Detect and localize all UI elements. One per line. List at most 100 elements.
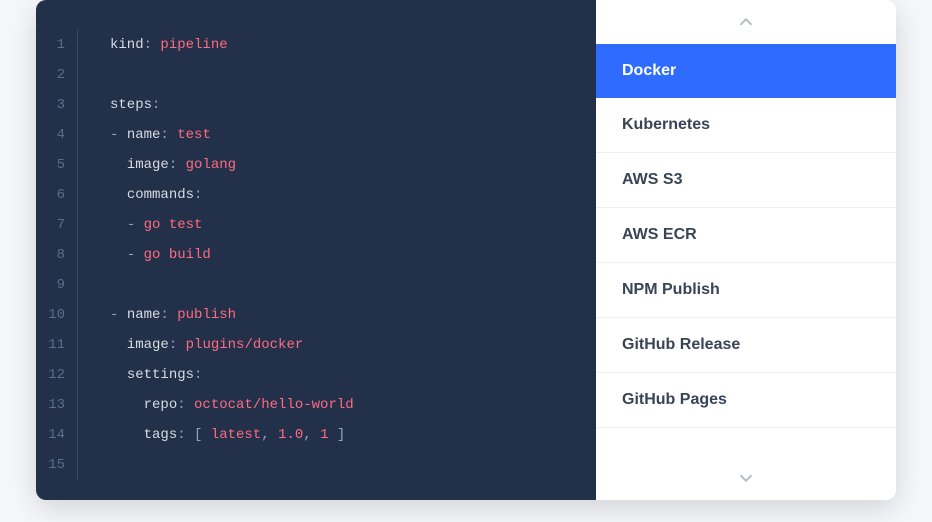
code-token-key: tags [144,427,178,443]
code-line: image: golang [110,150,354,180]
line-number: 10 [36,300,65,330]
code-body: kind: pipeline steps:- name: test image:… [78,30,354,480]
code-token-key: name [127,127,161,143]
code-token-pad [110,187,127,203]
line-number: 2 [36,60,65,90]
code-token-pad [110,337,127,353]
code-token-key: image [127,337,169,353]
sidebar-item-label: GitHub Pages [622,391,727,408]
line-number: 11 [36,330,65,360]
code-token-key: settings [127,367,194,383]
scroll-up-button[interactable] [596,0,896,44]
code-token-punc: : [194,367,202,383]
chevron-down-icon [735,467,757,489]
code-token-val: octocat/hello-world [194,397,354,413]
code-line [110,270,354,300]
sidebar-item-github-pages[interactable]: GitHub Pages [596,373,896,428]
code-token-punc: , [261,427,278,443]
code-line: - name: publish [110,300,354,330]
sidebar-item-label: AWS S3 [622,171,682,188]
code-token-punc: : [177,397,194,413]
code-line: settings: [110,360,354,390]
sidebar-item-aws-s3[interactable]: AWS S3 [596,153,896,208]
code-line: repo: octocat/hello-world [110,390,354,420]
code-editor: 123456789101112131415 kind: pipeline ste… [36,0,596,500]
code-line: steps: [110,90,354,120]
code-token-val: 1 [320,427,328,443]
line-number: 3 [36,90,65,120]
code-token-punc: : [194,187,202,203]
code-line: commands: [110,180,354,210]
line-number: 7 [36,210,65,240]
code-token-punc: : [160,307,177,323]
line-number: 6 [36,180,65,210]
sidebar-item-label: GitHub Release [622,336,740,353]
sidebar-item-docker[interactable]: Docker [596,44,896,98]
sidebar-item-aws-ecr[interactable]: AWS ECR [596,208,896,263]
line-number: 13 [36,390,65,420]
code-token-val: latest [211,427,261,443]
app-container: 123456789101112131415 kind: pipeline ste… [36,0,896,500]
code-token-val: publish [177,307,236,323]
code-line: - go build [110,240,354,270]
scroll-down-button[interactable] [596,456,896,500]
code-token-key: steps [110,97,152,113]
sidebar-item-npm-publish[interactable]: NPM Publish [596,263,896,318]
code-token-dash: - [110,307,127,323]
code-token-val: pipeline [160,37,227,53]
code-line: image: plugins/docker [110,330,354,360]
code-token-punc: : [152,97,160,113]
code-token-key: kind [110,37,144,53]
code-token-punc: ] [329,427,346,443]
code-token-pad [110,157,127,173]
code-token-punc: : [160,127,177,143]
code-token-punc: : [ [177,427,211,443]
code-token-pad [110,427,144,443]
code-token-punc: : [169,337,186,353]
code-token-val: 1.0 [278,427,303,443]
sidebar-item-label: AWS ECR [622,226,697,243]
code-token-dash: - [110,127,127,143]
code-line [110,60,354,90]
code-token-val: golang [186,157,236,173]
code-token-key: image [127,157,169,173]
code-token-key: name [127,307,161,323]
code-token-punc: : [144,37,161,53]
line-number: 1 [36,30,65,60]
code-token-val: go test [144,217,203,233]
plugin-sidebar: Docker Kubernetes AWS S3 AWS ECR NPM Publish… [596,0,896,500]
code-token-pad [110,247,127,263]
code-token-key: repo [144,397,178,413]
line-number: 8 [36,240,65,270]
sidebar-items: Docker Kubernetes AWS S3 AWS ECR NPM Publish… [596,44,896,456]
code-token-val: test [177,127,211,143]
code-token-punc: , [303,427,320,443]
line-number: 12 [36,360,65,390]
code-token-pad [110,217,127,233]
code-line [110,450,354,480]
line-gutter: 123456789101112131415 [36,30,78,480]
code-token-dash: - [127,217,144,233]
sidebar-item-github-release[interactable]: GitHub Release [596,318,896,373]
code-token-val: go build [144,247,211,263]
code-token-key: commands [127,187,194,203]
code-line: - name: test [110,120,354,150]
line-number: 15 [36,450,65,480]
code-token-val: plugins/docker [186,337,304,353]
code-token-punc: : [169,157,186,173]
line-number: 5 [36,150,65,180]
sidebar-item-label: Docker [622,62,676,79]
code-token-dash: - [127,247,144,263]
line-number: 9 [36,270,65,300]
code-line: kind: pipeline [110,30,354,60]
code-token-pad [110,397,144,413]
sidebar-item-label: NPM Publish [622,281,720,298]
code-line: tags: [ latest, 1.0, 1 ] [110,420,354,450]
sidebar-item-kubernetes[interactable]: Kubernetes [596,98,896,153]
code-line: - go test [110,210,354,240]
line-number: 14 [36,420,65,450]
code-token-pad [110,367,127,383]
line-number: 4 [36,120,65,150]
sidebar-item-label: Kubernetes [622,116,710,133]
chevron-up-icon [735,11,757,33]
